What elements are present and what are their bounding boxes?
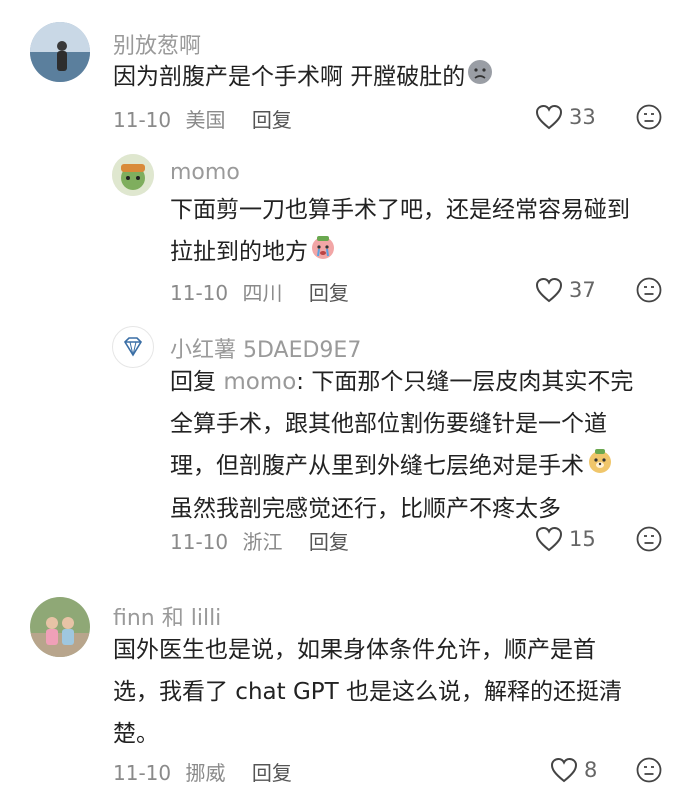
heart-icon: [535, 277, 563, 303]
username[interactable]: finn 和 lilli: [113, 600, 221, 632]
like-count: 33: [569, 105, 596, 129]
comment-text: 回复 momo: 下面那个只缝一层皮肉其实不完 全算手术，跟其他部位割伤要缝针是…: [170, 369, 634, 522]
dog-face-emoji: [586, 446, 614, 488]
like-button[interactable]: 8: [550, 757, 597, 783]
comment-location: 四川: [242, 281, 283, 305]
meh-face-icon: [636, 526, 662, 552]
reply-button[interactable]: 回复: [252, 761, 292, 785]
like-count: 37: [569, 278, 596, 302]
reply-button[interactable]: 回复: [309, 281, 349, 305]
heart-icon: [550, 757, 578, 783]
dislike-button[interactable]: [636, 104, 662, 134]
avatar[interactable]: [30, 597, 90, 657]
like-count: 8: [584, 758, 598, 782]
like-button[interactable]: 15: [535, 526, 596, 552]
like-button[interactable]: 33: [535, 104, 596, 130]
comment-meta: 11-10 四川 回复: [170, 277, 349, 306]
comment-meta: 11-10 浙江 回复: [170, 526, 349, 555]
dislike-button[interactable]: [636, 526, 662, 556]
meh-face-icon: [636, 277, 662, 303]
comment-date: 11-10: [170, 281, 229, 305]
comment-text: 国外医生也是说，如果身体条件允许，顺产是首 选，我看了 chat GPT 也是这…: [113, 637, 623, 747]
comment-location: 浙江: [242, 530, 283, 554]
comment-text: 因为剖腹产是个手术啊 开膛破肚的: [113, 56, 493, 99]
avatar[interactable]: [112, 154, 154, 196]
avatar[interactable]: [112, 326, 154, 368]
reply-button[interactable]: 回复: [309, 530, 349, 554]
comment-meta: 11-10 挪威 回复: [113, 757, 292, 786]
meh-face-icon: [636, 104, 662, 130]
meh-face-icon: [636, 757, 662, 783]
like-button[interactable]: 37: [535, 277, 596, 303]
reply-button[interactable]: 回复: [252, 108, 292, 132]
comment-date: 11-10: [113, 108, 172, 132]
username[interactable]: momo: [170, 160, 240, 185]
like-count: 15: [569, 527, 596, 551]
dislike-button[interactable]: [636, 277, 662, 307]
username[interactable]: 小红薯 5DAED9E7: [170, 332, 361, 364]
comment-date: 11-10: [170, 530, 229, 554]
dislike-button[interactable]: [636, 757, 662, 787]
comment-location: 挪威: [185, 761, 226, 785]
mention-link[interactable]: momo: [223, 369, 296, 395]
comment-date: 11-10: [113, 761, 172, 785]
comment-text: 下面剪一刀也算手术了吧，还是经常容易碰到 拉扯到的地方: [170, 189, 630, 274]
sad-face-emoji: [467, 57, 493, 99]
comment-meta: 11-10 美国 回复: [113, 104, 292, 133]
comment-location: 美国: [185, 108, 226, 132]
avatar[interactable]: [30, 22, 90, 82]
heart-icon: [535, 526, 563, 552]
crying-face-emoji: [310, 232, 336, 274]
heart-icon: [535, 104, 563, 130]
